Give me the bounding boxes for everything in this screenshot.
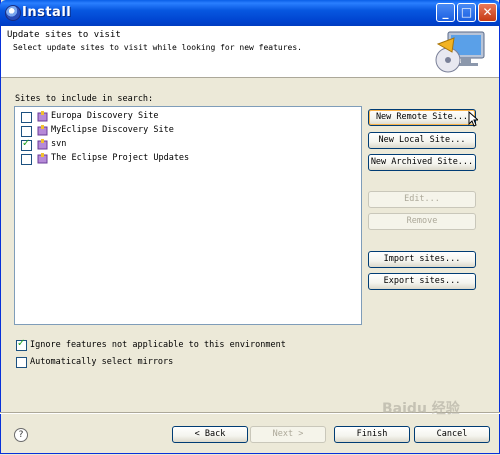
- back-button[interactable]: < Back: [172, 426, 248, 443]
- site-label: MyEclipse Discovery Site: [51, 125, 174, 135]
- window-title: Install: [22, 5, 72, 20]
- update-site-icon: [37, 125, 48, 136]
- import-sites-button[interactable]: Import sites...: [368, 251, 476, 268]
- update-site-icon: [37, 111, 48, 122]
- next-button[interactable]: Next >: [250, 426, 326, 443]
- site-checkbox[interactable]: [21, 126, 32, 137]
- minimize-button[interactable]: _: [436, 3, 455, 22]
- close-button[interactable]: ✕: [478, 3, 497, 22]
- page-title: Update sites to visit: [7, 30, 121, 40]
- new-archived-site-button[interactable]: New Archived Site...: [368, 154, 476, 171]
- finish-button[interactable]: Finish: [334, 426, 410, 443]
- header-banner: Update sites to visit Select update site…: [1, 26, 499, 78]
- site-checkbox[interactable]: [21, 154, 32, 165]
- new-remote-site-button[interactable]: New Remote Site...: [368, 109, 476, 126]
- edit-button[interactable]: Edit...: [368, 191, 476, 208]
- page-description: Select update sites to visit while looki…: [13, 43, 302, 52]
- eclipse-icon: [5, 5, 21, 21]
- new-local-site-button[interactable]: New Local Site...: [368, 132, 476, 149]
- update-site-icon: [37, 139, 48, 150]
- export-sites-button[interactable]: Export sites...: [368, 273, 476, 290]
- remove-button[interactable]: Remove: [368, 213, 476, 230]
- site-label: svn: [51, 139, 67, 149]
- cancel-button[interactable]: Cancel: [414, 426, 490, 443]
- update-site-icon: [37, 153, 48, 164]
- sites-list[interactable]: Europa Discovery Site MyEclipse Discover…: [14, 106, 362, 325]
- help-icon[interactable]: ?: [14, 428, 28, 442]
- mouse-cursor-icon: [468, 111, 478, 127]
- site-checkbox[interactable]: [21, 112, 32, 123]
- install-wizard-icon: [435, 31, 485, 73]
- site-label: The Eclipse Project Updates: [51, 153, 190, 163]
- maximize-button[interactable]: □: [457, 3, 476, 22]
- auto-mirrors-checkbox[interactable]: [16, 357, 27, 368]
- auto-mirrors-label: Automatically select mirrors: [30, 357, 174, 367]
- ignore-features-checkbox[interactable]: [16, 338, 27, 351]
- ignore-features-label: Ignore features not applicable to this e…: [30, 340, 286, 350]
- title-bar[interactable]: Install _ □ ✕: [0, 0, 500, 26]
- site-label: Europa Discovery Site: [51, 111, 159, 121]
- watermark-logo: Baidu 经验: [382, 401, 460, 417]
- site-checkbox[interactable]: [21, 138, 32, 151]
- sites-list-label: Sites to include in search:: [15, 94, 154, 104]
